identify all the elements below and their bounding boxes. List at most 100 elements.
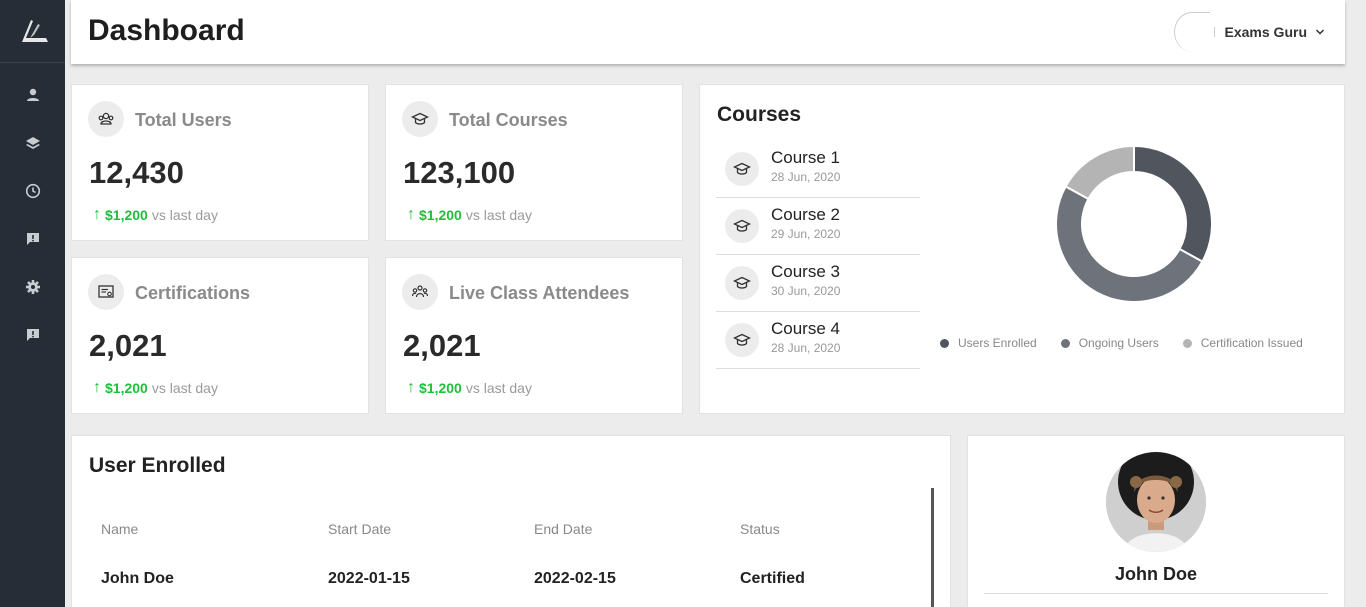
- course-icon-wrap: [725, 152, 759, 186]
- gear-icon: [26, 280, 40, 294]
- divider: [1213, 27, 1215, 37]
- nav-courses[interactable]: [21, 131, 45, 155]
- course-list: Course 1 28 Jun, 2020 Course 2 29 Jun, 2…: [716, 141, 920, 369]
- stat-change: ↑ $1,200 vs last day: [93, 379, 218, 397]
- course-name: Course 1: [771, 148, 840, 167]
- stat-change: ↑ $1,200 vs last day: [407, 379, 532, 397]
- change-value: $1,200: [419, 207, 462, 223]
- stat-card-total-users: Total Users 12,430 ↑ $1,200 vs last day: [71, 84, 369, 241]
- change-suffix: vs last day: [465, 380, 532, 396]
- logo-mark-icon: [21, 20, 48, 42]
- donut-slice-certification-issued[interactable]: [1064, 144, 1135, 201]
- arrow-up-icon: ↑: [407, 379, 415, 396]
- change-value: $1,200: [105, 207, 148, 223]
- chart-legend: Users Enrolled Ongoing Users Certificati…: [940, 336, 1327, 350]
- users-icon: [98, 112, 114, 125]
- graduation-cap-icon: [733, 219, 751, 232]
- stat-label: Total Users: [135, 110, 232, 130]
- profile-name: John Doe: [1114, 564, 1197, 584]
- legend-dot: [1182, 338, 1192, 348]
- user-enrolled-title: User Enrolled: [89, 454, 226, 477]
- user-icon: [27, 88, 39, 101]
- graduation-cap-icon: [733, 276, 751, 289]
- course-name: Course 4: [771, 319, 840, 338]
- graduation-cap-icon: [733, 162, 751, 175]
- donut-slice-ongoing-users[interactable]: [1055, 185, 1204, 303]
- stat-value: 12,430: [89, 155, 184, 190]
- course-icon-wrap: [725, 323, 759, 357]
- legend-item-users-enrolled: Users Enrolled: [940, 336, 1037, 350]
- user-menu[interactable]: Exams Guru: [1173, 12, 1325, 52]
- donut-slice-users-enrolled[interactable]: [1133, 144, 1213, 263]
- nav-settings[interactable]: [21, 275, 45, 299]
- sidebar: [0, 0, 65, 607]
- profile-avatar: [1106, 452, 1206, 552]
- stat-change: ↑ $1,200 vs last day: [93, 206, 218, 224]
- table-header-start-date[interactable]: Start Date: [328, 521, 391, 537]
- stat-value: 123,100: [403, 155, 516, 190]
- course-date: 29 Jun, 2020: [771, 227, 841, 241]
- top-bar: Dashboard Exams Guru: [71, 0, 1345, 64]
- nav-users[interactable]: [21, 83, 45, 107]
- arrow-up-icon: ↑: [407, 206, 415, 223]
- profile-card: John Doe: [967, 435, 1345, 607]
- table-header-name[interactable]: Name: [101, 521, 138, 537]
- clock-icon: [25, 183, 41, 199]
- graduation-cap-icon: [411, 112, 429, 125]
- legend-dot: [940, 338, 949, 348]
- legend-item-ongoing-users: Ongoing Users: [1060, 336, 1159, 350]
- change-suffix: vs last day: [151, 207, 218, 223]
- legend-label: Certification Issued: [1200, 336, 1303, 350]
- course-icon-wrap: [725, 209, 759, 243]
- change-value: $1,200: [105, 380, 148, 396]
- course-item[interactable]: Course 2 29 Jun, 2020: [716, 198, 920, 255]
- table-header-status[interactable]: Status: [740, 521, 780, 537]
- courses-donut-chart: [1055, 144, 1213, 303]
- legend-label: Users Enrolled: [958, 336, 1037, 350]
- stat-label: Certifications: [135, 283, 251, 303]
- change-value: $1,200: [419, 380, 462, 396]
- change-suffix: vs last day: [465, 207, 532, 223]
- chevron-down-icon: [1315, 29, 1325, 35]
- group-icon: [411, 285, 429, 298]
- legend-label: Ongoing Users: [1078, 336, 1159, 350]
- user-enrolled-card: User Enrolled Name Start Date End Date S…: [71, 435, 951, 607]
- course-item[interactable]: Course 4 28 Jun, 2020: [716, 312, 920, 369]
- table-header-end-date[interactable]: End Date: [534, 521, 592, 537]
- stat-icon-wrap: [402, 274, 438, 310]
- arrow-up-icon: ↑: [93, 379, 101, 396]
- page-title: Dashboard: [88, 14, 245, 47]
- stat-icon-wrap: [88, 274, 124, 310]
- course-date: 28 Jun, 2020: [771, 170, 841, 184]
- course-date: 28 Jun, 2020: [771, 341, 841, 355]
- course-item[interactable]: Course 1 28 Jun, 2020: [716, 141, 920, 198]
- table-cell-end-date: 2022-02-15: [534, 570, 616, 587]
- layers-icon: [26, 137, 40, 149]
- table-scrollbar[interactable]: [931, 488, 934, 607]
- course-name: Course 3: [771, 262, 840, 281]
- stat-icon-wrap: [88, 101, 124, 137]
- course-name: Course 2: [771, 205, 840, 224]
- course-item[interactable]: Course 3 30 Jun, 2020: [716, 255, 920, 312]
- stat-icon-wrap: [402, 101, 438, 137]
- courses-card: Courses Course 1 28 Jun, 2020 Course 2 2…: [699, 84, 1345, 414]
- stat-card-live-class-attendees: Live Class Attendees 2,021 ↑ $1,200 vs l…: [385, 257, 683, 414]
- table-cell-name: John Doe: [101, 570, 174, 587]
- arrow-up-icon: ↑: [93, 206, 101, 223]
- nav-feedback[interactable]: [21, 323, 45, 347]
- avatar: [1173, 12, 1210, 52]
- stat-label: Total Courses: [449, 110, 568, 130]
- nav-messages[interactable]: [21, 227, 45, 251]
- table-cell-status: Certified: [740, 570, 805, 587]
- brand-logo[interactable]: [0, 0, 65, 63]
- certificate-icon: [98, 285, 114, 298]
- stat-card-total-courses: Total Courses 123,100 ↑ $1,200 vs last d…: [385, 84, 683, 241]
- course-icon-wrap: [725, 266, 759, 300]
- graduation-cap-icon: [733, 333, 751, 346]
- nav-history[interactable]: [21, 179, 45, 203]
- courses-title: Courses: [717, 103, 802, 126]
- change-suffix: vs last day: [151, 380, 218, 396]
- user-name: Exams Guru: [1224, 24, 1307, 40]
- stat-value: 2,021: [403, 328, 481, 363]
- stat-label: Live Class Attendees: [449, 283, 630, 303]
